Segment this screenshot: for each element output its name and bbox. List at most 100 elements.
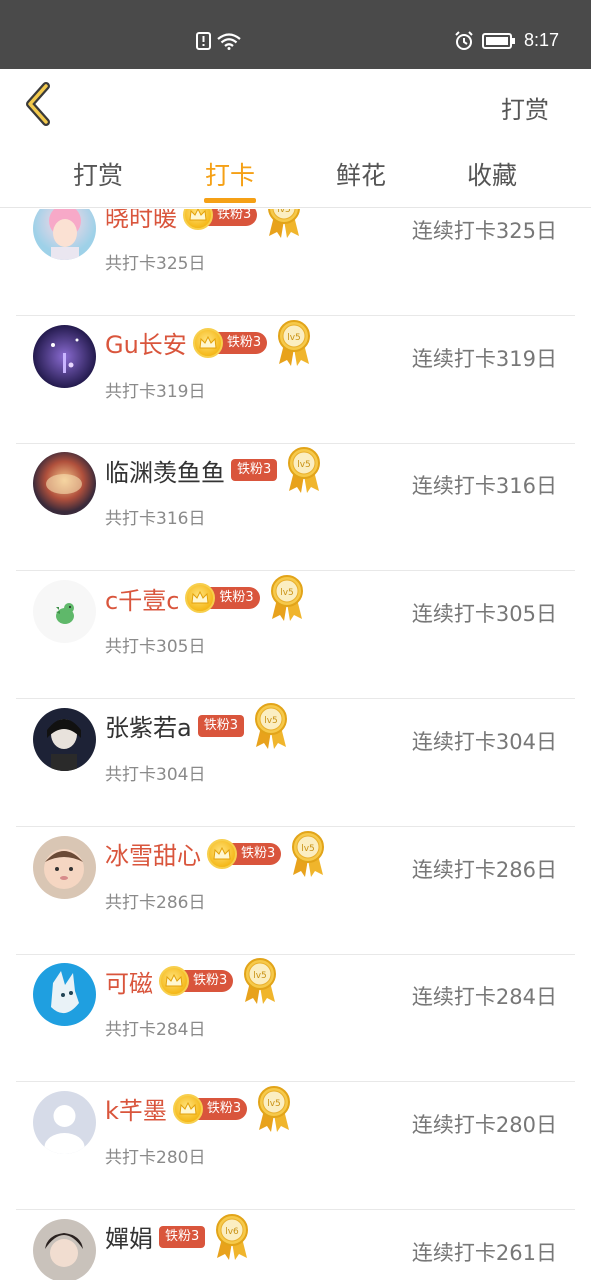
user-name[interactable]: 冰雪甜心: [105, 836, 201, 871]
tab-bar: 打赏 打卡 鲜花 收藏: [0, 142, 591, 208]
tab-favorites[interactable]: 收藏: [452, 156, 532, 192]
tab-reward[interactable]: 打赏: [58, 156, 138, 192]
back-button[interactable]: [20, 82, 60, 126]
avatar-image: [33, 209, 96, 260]
fan-badge: 铁粉3: [231, 458, 278, 482]
level-medal-icon: lv5: [268, 209, 301, 238]
header-reward-button[interactable]: 打赏: [501, 90, 549, 125]
level-medal-icon: lv5: [255, 702, 287, 749]
avatar[interactable]: [33, 707, 96, 771]
avatar-image: [33, 963, 96, 1027]
list-item[interactable]: 晓时暖 铁粉3 lv5 共打卡325日 连续打卡325日: [16, 209, 575, 316]
avatar[interactable]: [33, 1218, 96, 1280]
streak-checkins: 连续打卡319日: [411, 346, 557, 371]
avatar[interactable]: [33, 452, 96, 516]
name-row: 可磁 铁粉3 lv5: [105, 958, 279, 1005]
avatar-image: [33, 707, 96, 771]
streak-checkins: 连续打卡280日: [411, 1112, 557, 1137]
level-text: lv5: [267, 1099, 281, 1109]
level-text: lv5: [287, 333, 301, 343]
level-medal-icon: lv5: [292, 830, 325, 877]
alert-sim-icon: [196, 32, 211, 50]
user-name[interactable]: 临渊羡鱼鱼: [105, 453, 225, 488]
chevron-left-icon: [26, 82, 50, 126]
name-row: k芊墨 铁粉3 lv5: [105, 1085, 293, 1132]
fan-badge: 铁粉3: [159, 966, 234, 997]
fan-badge: 铁粉3: [207, 838, 282, 869]
user-name[interactable]: 张紫若a: [105, 708, 192, 743]
level-text: lv5: [280, 588, 294, 598]
total-checkins: 共打卡325日: [105, 254, 206, 274]
list-item[interactable]: k芊墨 铁粉3 lv5 共打卡280日 连续打卡280日: [16, 1083, 575, 1210]
user-name[interactable]: 嬋娟: [105, 1219, 153, 1254]
level-text: lv5: [302, 844, 316, 854]
fan-badge: 铁粉3: [197, 714, 244, 738]
wifi-icon: [217, 33, 241, 50]
avatar-image: [33, 1090, 96, 1154]
level-text: lv5: [254, 971, 268, 981]
user-name[interactable]: 可磁: [105, 964, 153, 999]
checkin-list: 晓时暖 铁粉3 lv5 共打卡325日 连续打卡325日 Gu长安 铁粉3 lv…: [0, 209, 591, 1280]
fan-badge-label: 铁粉3: [209, 587, 260, 610]
name-row: 张紫若a 铁粉3 lv5: [105, 702, 290, 749]
name-row: Gu长安 铁粉3 lv5: [105, 319, 313, 366]
avatar-image: [33, 835, 96, 899]
level-medal-icon: lv6: [216, 1213, 249, 1260]
status-icons-center: [196, 32, 242, 50]
crown-icon: [207, 838, 237, 869]
level-text: lv6: [226, 1227, 240, 1237]
fan-badge: 铁粉3: [185, 583, 260, 614]
total-checkins: 共打卡286日: [105, 892, 206, 913]
fan-badge-label: 铁粉3: [196, 1097, 248, 1120]
user-name[interactable]: Gu长安: [105, 325, 187, 360]
fan-badge-label: 铁粉3: [183, 970, 234, 993]
total-checkins: 共打卡305日: [105, 637, 206, 658]
level-text: lv5: [278, 209, 292, 215]
avatar[interactable]: [33, 835, 96, 899]
user-name[interactable]: 晓时暖: [105, 209, 177, 233]
total-checkins: 共打卡319日: [105, 381, 206, 402]
level-medal-icon: lv5: [270, 575, 303, 622]
fan-badge-label: 铁粉3: [159, 1225, 206, 1248]
name-row: 嬋娟 铁粉3 lv6: [105, 1213, 251, 1260]
name-row: c千壹c 铁粉3 lv5: [105, 575, 306, 622]
user-name[interactable]: c千壹c: [105, 581, 179, 616]
list-item[interactable]: Gu长安 铁粉3 lv5 共打卡319日 连续打卡319日: [16, 317, 575, 444]
avatar[interactable]: [33, 324, 96, 388]
avatar-image: [33, 324, 96, 388]
level-text: lv5: [298, 460, 312, 470]
avatar[interactable]: [33, 580, 96, 644]
streak-checkins: 连续打卡305日: [411, 602, 557, 627]
fan-badge-label: 铁粉3: [207, 209, 258, 226]
level-medal-icon: lv5: [258, 1085, 291, 1132]
list-item[interactable]: c千壹c 铁粉3 lv5 共打卡305日 连续打卡305日: [16, 572, 575, 700]
list-item[interactable]: 张紫若a 铁粉3 lv5 共打卡304日 连续打卡304日: [16, 700, 575, 827]
total-checkins: 共打卡304日: [105, 764, 206, 785]
avatar[interactable]: [33, 1090, 96, 1154]
avatar[interactable]: [33, 963, 96, 1027]
name-row: 冰雪甜心 铁粉3 lv5: [105, 830, 327, 877]
avatar[interactable]: [33, 209, 96, 260]
status-time: 8:17: [523, 30, 559, 50]
list-item[interactable]: 嬋娟 铁粉3 lv6 连续打卡261日: [16, 1211, 575, 1280]
list-item[interactable]: 可磁 铁粉3 lv5 共打卡284日 连续打卡284日: [16, 955, 575, 1083]
total-checkins: 共打卡280日: [105, 1147, 206, 1168]
list-item[interactable]: 临渊羡鱼鱼 铁粉3 lv5 共打卡316日 连续打卡316日: [16, 444, 575, 572]
streak-checkins: 连续打卡304日: [411, 729, 557, 754]
total-checkins: 共打卡284日: [105, 1020, 206, 1041]
total-checkins: 共打卡316日: [105, 509, 206, 530]
tab-flowers[interactable]: 鲜花: [321, 156, 401, 192]
streak-checkins: 连续打卡316日: [411, 474, 557, 499]
level-medal-icon: lv5: [244, 958, 277, 1005]
user-name[interactable]: k芊墨: [105, 1091, 167, 1126]
avatar-image: [33, 452, 96, 516]
crown-icon: [183, 209, 213, 230]
streak-checkins: 连续打卡325日: [411, 219, 557, 243]
level-medal-icon: lv5: [278, 319, 311, 366]
name-row: 临渊羡鱼鱼 铁粉3 lv5: [105, 447, 323, 494]
crown-icon: [192, 327, 223, 358]
tab-checkin[interactable]: 打卡: [190, 156, 270, 192]
list-item[interactable]: 冰雪甜心 铁粉3 lv5 共打卡286日 连续打卡286日: [16, 828, 575, 955]
fan-badge: 铁粉3: [172, 1093, 248, 1124]
alarm-icon: [455, 30, 473, 50]
